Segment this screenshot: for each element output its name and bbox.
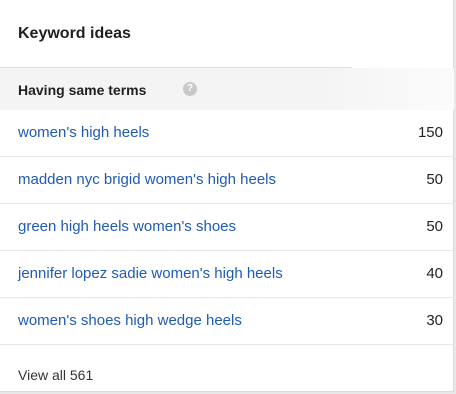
keyword-link[interactable]: women's shoes high wedge heels: [18, 312, 242, 329]
keyword-link[interactable]: women's high heels: [18, 124, 149, 141]
keyword-ideas-panel: Keyword ideas Having same terms ? women'…: [0, 0, 454, 392]
panel-title: Keyword ideas: [18, 25, 131, 42]
keyword-row: women's shoes high wedge heels 30: [0, 298, 454, 345]
keyword-count: 50: [426, 171, 443, 188]
keyword-link[interactable]: green high heels women's shoes: [18, 218, 236, 235]
keyword-row: women's high heels 150: [0, 110, 454, 157]
keyword-row: green high heels women's shoes 50: [0, 204, 454, 251]
section-title: Having same terms: [18, 82, 147, 98]
keyword-row: madden nyc brigid women's high heels 50: [0, 157, 454, 204]
help-circle-icon[interactable]: ?: [183, 82, 197, 96]
keyword-count: 40: [426, 265, 443, 282]
keyword-link[interactable]: jennifer lopez sadie women's high heels: [18, 265, 283, 282]
view-all-link[interactable]: View all 561: [18, 367, 93, 383]
section-header: Having same terms ?: [0, 68, 454, 110]
keyword-count: 150: [417, 124, 443, 141]
keyword-count: 30: [426, 312, 443, 329]
keyword-link[interactable]: madden nyc brigid women's high heels: [18, 171, 276, 188]
keyword-count: 50: [426, 218, 443, 235]
keyword-row: jennifer lopez sadie women's high heels …: [0, 251, 454, 298]
